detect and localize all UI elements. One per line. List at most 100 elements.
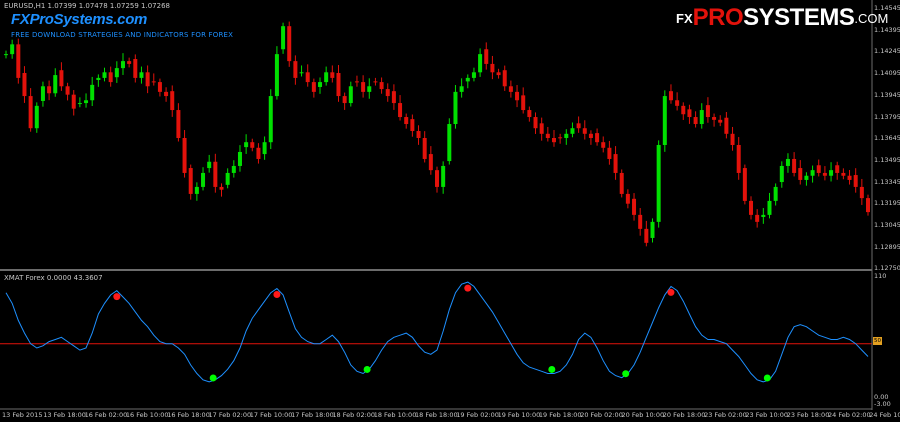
candle-body <box>675 100 680 106</box>
candle-body <box>588 133 593 138</box>
candle-body <box>90 84 95 101</box>
logo-pro: PRO <box>692 4 744 31</box>
candle-body <box>761 214 766 217</box>
candle-body <box>749 200 754 215</box>
sell-signal-dot <box>273 290 281 298</box>
price-tick-label: 1.13045 <box>874 221 900 229</box>
candle-body <box>108 72 113 83</box>
candle-body <box>527 110 532 118</box>
candle-body <box>318 82 323 87</box>
candle-body <box>28 96 33 129</box>
candle-body <box>4 54 8 56</box>
date-tick-label: 16 Feb 18:00 <box>167 411 210 419</box>
candle-body <box>16 44 21 78</box>
candle-body <box>194 186 199 194</box>
date-tick-label: 19 Feb 10:00 <box>497 411 541 419</box>
candle-body <box>40 86 45 101</box>
candle-body <box>404 117 409 125</box>
candle-body <box>139 72 144 78</box>
candle-body <box>478 54 483 73</box>
tagline: FREE DOWNLOAD STRATEGIES AND INDICATORS … <box>11 31 234 39</box>
candle-body <box>182 138 187 173</box>
candle-body <box>225 172 230 185</box>
candle-body <box>127 61 132 64</box>
date-tick-label: 24 Feb 02:00 <box>828 411 871 419</box>
candle-body <box>724 117 729 134</box>
candle-body <box>859 186 864 199</box>
candle-body <box>539 123 544 134</box>
candle-body <box>632 198 637 215</box>
buy-signal-dot <box>763 374 771 382</box>
date-tick-label: 17 Feb 18:00 <box>291 411 334 419</box>
date-tick-label: 18 Feb 02:00 <box>332 411 376 419</box>
candle-body <box>373 81 378 83</box>
candle-body <box>262 142 267 155</box>
candle-body <box>742 168 747 201</box>
candle-body <box>188 168 193 194</box>
candle-body <box>521 95 526 111</box>
date-tick-label: 13 Feb 18:00 <box>43 411 86 419</box>
candle-body <box>699 110 704 125</box>
candle-body <box>558 137 563 139</box>
price-tick-label: 1.13345 <box>874 177 900 186</box>
candle-body <box>816 165 821 173</box>
candle-body <box>281 26 286 50</box>
indicator-label: XMAT Forex 0.0000 43.3607 <box>4 274 103 282</box>
candle-body <box>157 82 162 92</box>
candle-body <box>656 144 661 222</box>
candle-body <box>847 175 852 180</box>
candle-body <box>459 86 464 92</box>
candle-body <box>213 161 218 187</box>
site-name: FXProSystems.com <box>11 11 148 28</box>
candle-body <box>804 175 809 180</box>
candle-body <box>502 70 507 87</box>
chart-canvas <box>0 0 873 410</box>
candle-body <box>829 170 834 176</box>
oscillator-scale-top: 110 <box>874 272 887 280</box>
candle-body <box>662 96 667 145</box>
candle-body <box>385 89 390 97</box>
candle-body <box>77 103 82 105</box>
candle-body <box>287 26 292 62</box>
candle-body <box>545 133 550 138</box>
buy-signal-dot <box>363 365 371 373</box>
price-tick-label: 1.13495 <box>874 155 900 164</box>
price-tick-label: 1.14245 <box>874 47 900 56</box>
candle-body <box>681 105 686 115</box>
candle-body <box>564 133 569 138</box>
candle-body <box>866 198 870 213</box>
date-tick-label: 18 Feb 10:00 <box>373 411 417 419</box>
candle-body <box>237 151 242 166</box>
candle-body <box>496 72 501 76</box>
candle-body <box>736 144 741 173</box>
candle-body <box>730 133 735 145</box>
candle-body <box>354 81 359 83</box>
candle-body <box>428 154 433 171</box>
candle-body <box>533 117 538 129</box>
logo-systems: SYSTEMS <box>743 4 855 31</box>
candle-body <box>810 170 815 176</box>
candle-body <box>650 221 655 238</box>
candle-body <box>447 124 452 162</box>
candle-body <box>779 165 784 183</box>
sell-signal-dot <box>464 284 472 292</box>
date-tick-label: 17 Feb 02:00 <box>208 411 252 419</box>
candle-body <box>785 158 790 166</box>
candle-body <box>293 61 298 78</box>
buy-signal-dot <box>548 365 556 373</box>
candle-body <box>164 91 169 97</box>
candle-body <box>84 100 89 104</box>
date-tick-label: 13 Feb 2015 <box>2 411 43 419</box>
fxprosystems-logo: FXPROSYSTEMS.COM <box>676 4 888 32</box>
candle-body <box>508 86 513 92</box>
buy-signal-dot <box>622 370 630 378</box>
candle-body <box>47 86 52 94</box>
candle-body <box>336 73 341 97</box>
candle-body <box>705 105 710 118</box>
candle-body <box>693 117 698 125</box>
date-tick-label: 24 Feb 10:00 <box>869 411 900 419</box>
candle-body <box>607 147 612 159</box>
date-tick-label: 16 Feb 10:00 <box>125 411 169 419</box>
candle-body <box>250 142 255 148</box>
date-tick-label: 18 Feb 18:00 <box>415 411 458 419</box>
